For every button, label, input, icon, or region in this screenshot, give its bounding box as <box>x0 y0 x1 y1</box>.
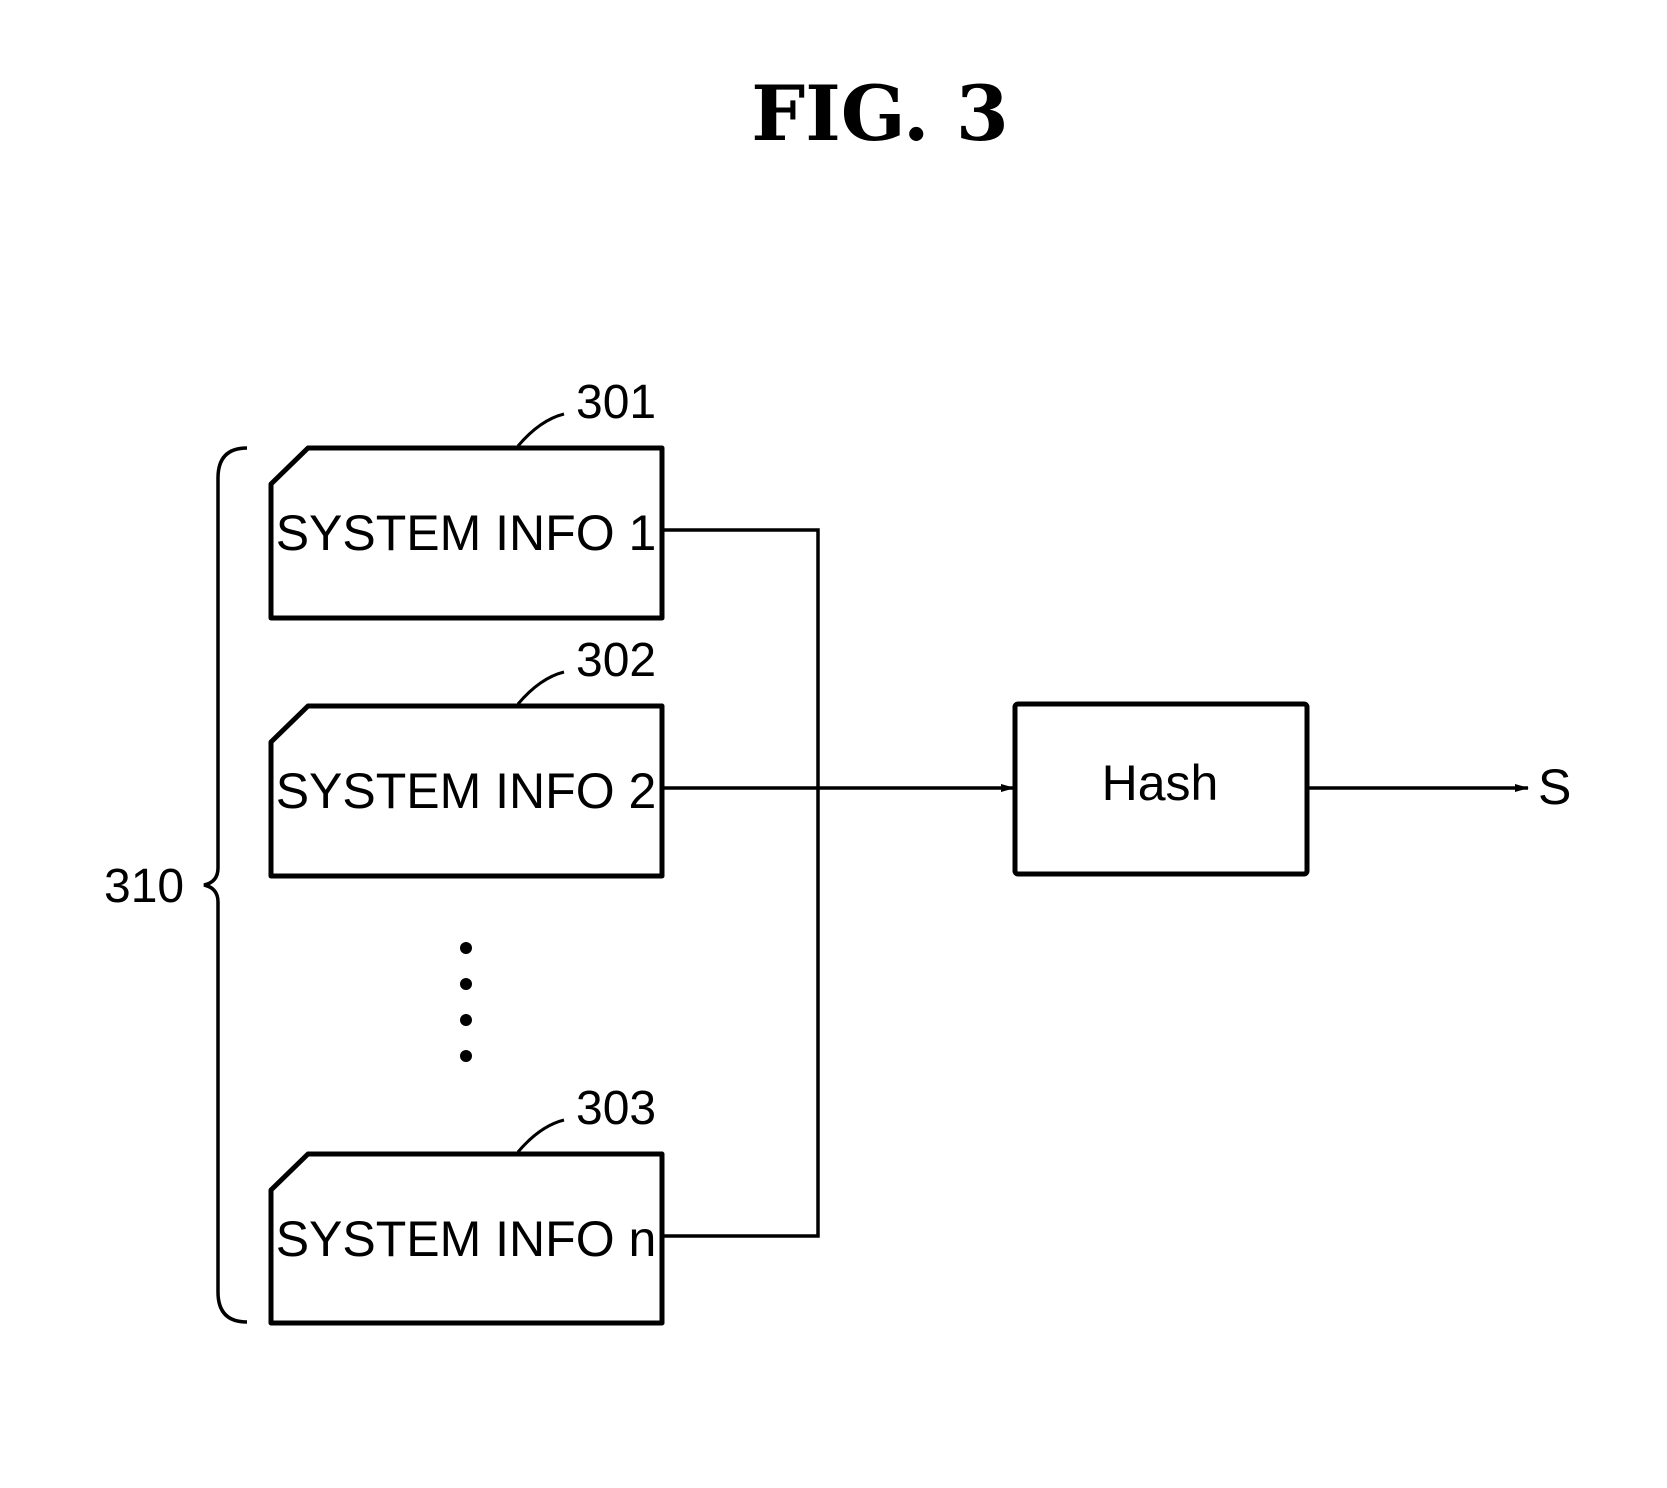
hash-block: Hash <box>1012 701 1310 877</box>
diagram-canvas: FIG. 3 310 SYSTEM INFO 1 301 SYSTEM INFO… <box>104 69 1571 1326</box>
system-info-block-n: SYSTEM INFO n <box>268 1151 665 1326</box>
hash-block-label: Hash <box>1102 755 1219 811</box>
ref-leader-303 <box>516 1118 565 1153</box>
output-label: S <box>1538 759 1571 815</box>
system-info-block-2-label: SYSTEM INFO 2 <box>276 763 657 819</box>
system-info-block-1-label: SYSTEM INFO 1 <box>276 505 657 561</box>
system-info-block-n-label: SYSTEM INFO n <box>276 1211 657 1267</box>
vertical-ellipsis-icon <box>460 942 472 1062</box>
ref-label-302: 302 <box>576 634 656 687</box>
connector-block-1 <box>662 528 820 1238</box>
system-info-block-1: SYSTEM INFO 1 <box>268 445 665 621</box>
group-ref-label: 310 <box>104 860 184 913</box>
figure-title: FIG. 3 <box>751 69 1009 158</box>
system-info-block-2: SYSTEM INFO 2 <box>268 703 665 879</box>
ref-leader-302 <box>516 670 565 705</box>
ref-label-303: 303 <box>576 1082 656 1135</box>
group-brace <box>203 446 248 1324</box>
ref-leader-301 <box>516 412 565 447</box>
ref-label-301: 301 <box>576 376 656 429</box>
